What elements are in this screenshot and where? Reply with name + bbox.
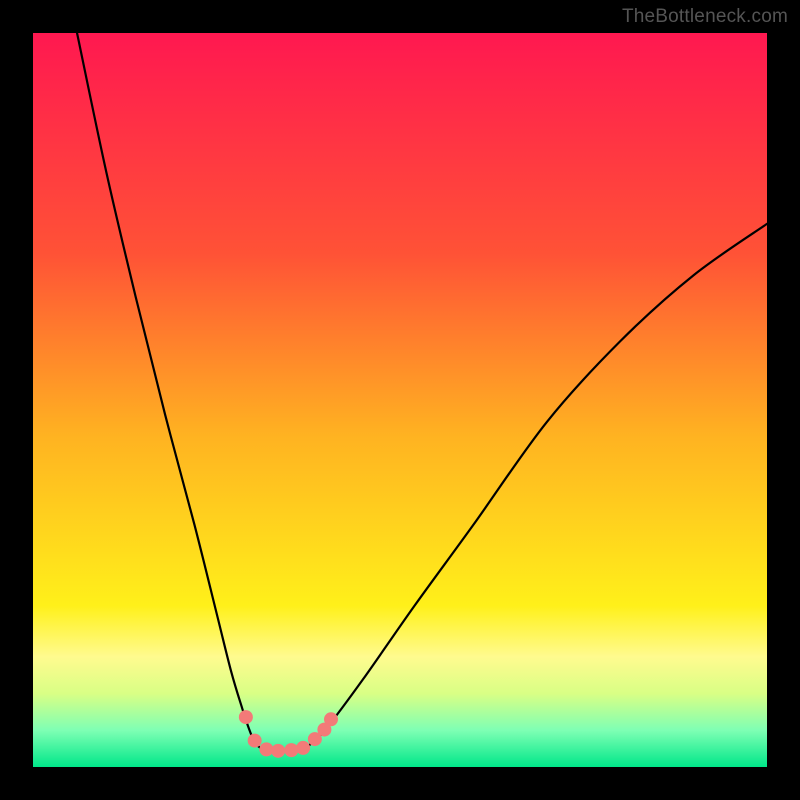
highlight-marker bbox=[284, 743, 298, 757]
highlight-marker bbox=[259, 742, 273, 756]
chart-svg bbox=[33, 33, 767, 767]
highlight-marker bbox=[324, 712, 338, 726]
highlight-marker bbox=[239, 710, 253, 724]
highlight-marker bbox=[271, 744, 285, 758]
highlight-marker bbox=[248, 734, 262, 748]
chart-plot-area bbox=[33, 33, 767, 767]
chart-background-gradient bbox=[33, 33, 767, 767]
watermark-text: TheBottleneck.com bbox=[622, 6, 788, 28]
highlight-marker bbox=[296, 741, 310, 755]
